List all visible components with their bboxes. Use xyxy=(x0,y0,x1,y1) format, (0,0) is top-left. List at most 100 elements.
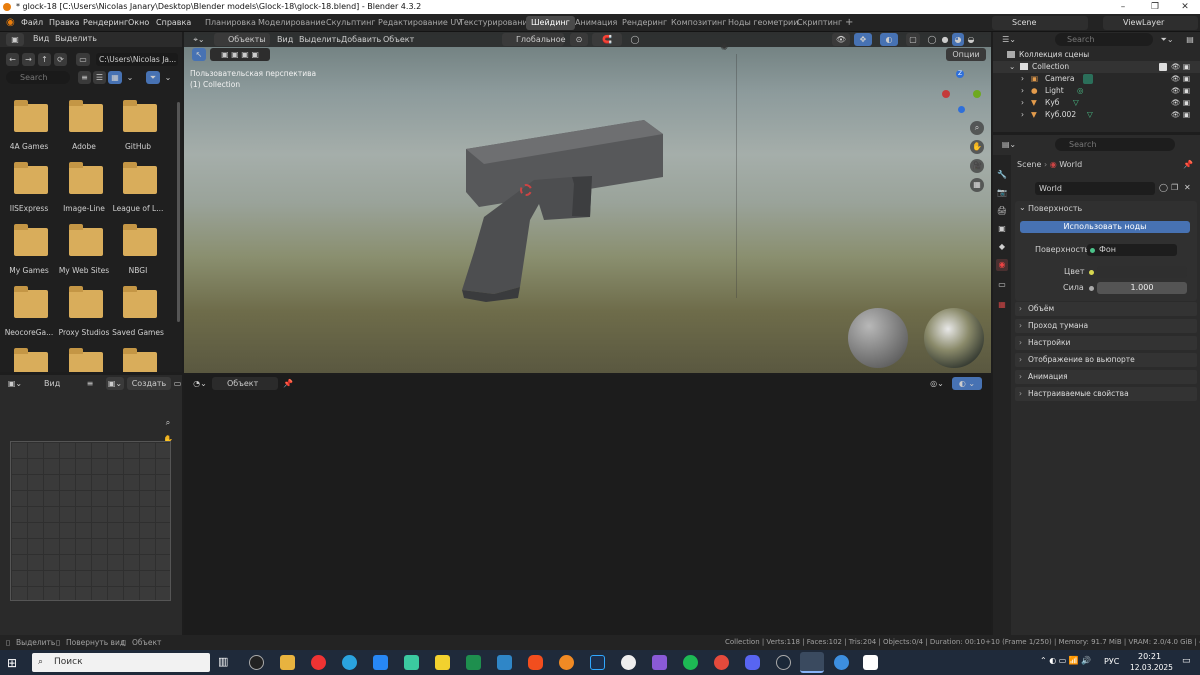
outliner-row-scene-collection[interactable]: Коллекция сцены xyxy=(993,49,1200,61)
tab-animation[interactable]: Анимация xyxy=(570,16,622,30)
uv-grid-canvas[interactable] xyxy=(10,441,171,601)
scene-selector[interactable]: Scene xyxy=(992,16,1088,30)
outliner-row-collection[interactable]: ⌄ Collection 👁 ▣ xyxy=(993,61,1200,73)
menu-hamburger-icon[interactable]: ≡ xyxy=(84,377,96,390)
minimize-button[interactable]: – xyxy=(1108,0,1138,14)
overlay-toggle-icon[interactable]: ◐ xyxy=(880,33,898,46)
folder-item[interactable]: Proxy Studios xyxy=(57,286,111,346)
filter-icon[interactable]: ⏷ xyxy=(146,71,160,84)
folder-item[interactable]: Adobe xyxy=(57,100,111,160)
yandex-browser-icon[interactable] xyxy=(311,655,326,670)
editor-type-icon[interactable]: ◔⌄ xyxy=(190,377,210,390)
outliner-row-object[interactable]: › ▼ Куб ▽ 👁 ▣ xyxy=(993,97,1200,109)
use-nodes-button[interactable]: Использовать ноды xyxy=(1020,221,1190,233)
back-arrow-icon[interactable]: ← xyxy=(6,53,19,66)
tab-layout[interactable]: Планировка xyxy=(200,16,261,30)
app-icon[interactable] xyxy=(466,655,481,670)
chevron-down-icon[interactable]: ⌄ xyxy=(1019,203,1026,212)
outliner-row-object[interactable]: › ▣ Camera 👁 ▣ xyxy=(993,73,1200,85)
eye-icon[interactable]: 👁 xyxy=(1171,97,1181,109)
display-list-icon[interactable]: ≡ xyxy=(78,71,91,84)
scrollbar[interactable] xyxy=(177,102,180,322)
settings-panel[interactable]: Настройки xyxy=(1015,336,1197,350)
system-tray-icons[interactable]: ⌃ ◐ ▭ 📶 🔊 xyxy=(1040,656,1091,665)
app-icon[interactable] xyxy=(714,655,729,670)
snap-node-icon[interactable]: ◐ ⌄ xyxy=(952,377,982,390)
tab-scripting[interactable]: Скриптинг xyxy=(792,16,847,30)
options-dropdown[interactable]: Опции xyxy=(946,48,986,61)
menu-help[interactable]: Справка xyxy=(156,14,191,32)
unlink-icon[interactable]: ✕ xyxy=(1184,183,1191,192)
unreal-icon[interactable] xyxy=(621,655,636,670)
eye-icon[interactable]: 👁 xyxy=(1171,61,1181,73)
chat-app-icon[interactable] xyxy=(404,655,419,670)
close-button[interactable]: ✕ xyxy=(1170,0,1200,14)
image-view-selector[interactable]: Вид xyxy=(28,377,80,390)
viewlayer-selector[interactable]: ViewLayer xyxy=(1103,16,1198,30)
camera-render-icon[interactable]: ▣ xyxy=(1183,85,1190,97)
surface-panel-header[interactable]: Поверхность xyxy=(1028,204,1082,213)
visibility-icon[interactable]: 👁 xyxy=(832,33,850,46)
blender-menu-icon[interactable]: ◉ xyxy=(6,14,15,32)
folder-item[interactable]: League of L... xyxy=(111,162,165,222)
add-workspace-button[interactable]: + xyxy=(840,16,858,30)
surface-shader-field[interactable]: Фон xyxy=(1087,244,1177,256)
display-thumbnails-icon[interactable]: ▦ xyxy=(108,71,122,84)
zoom-icon[interactable]: ⌕ xyxy=(970,121,984,135)
pin-icon[interactable]: 📌 xyxy=(1183,160,1193,169)
output-tab-icon[interactable]: 🖨 xyxy=(996,205,1008,217)
editor-type-icon[interactable]: ▣ xyxy=(6,33,24,46)
navigation-gizmo[interactable]: Z xyxy=(936,68,986,118)
app-icon[interactable] xyxy=(497,655,512,670)
eye-icon[interactable]: 👁 xyxy=(1171,73,1181,85)
folder-item[interactable]: My Games xyxy=(2,224,56,284)
folder-item[interactable] xyxy=(2,348,56,372)
file-explorer-icon[interactable] xyxy=(280,655,295,670)
task-view-icon[interactable]: ▥ xyxy=(218,655,233,670)
zoom-icon[interactable]: ⌕ xyxy=(161,416,175,430)
mode-selector[interactable]: Объекты xyxy=(214,33,270,46)
clock-time[interactable]: 20:21 xyxy=(1138,652,1161,661)
visual-studio-icon[interactable] xyxy=(652,655,667,670)
pan-hand-icon[interactable]: ✋ xyxy=(970,140,984,154)
file-menu-view[interactable]: Вид xyxy=(33,34,49,43)
scene-tab-icon[interactable]: ◆ xyxy=(996,241,1008,253)
folder-item[interactable]: Image-Line xyxy=(57,162,111,222)
folder-item[interactable]: NeocoreGa... xyxy=(2,286,56,346)
viewport-menu-add[interactable]: Добавить xyxy=(341,35,381,44)
folder-item[interactable]: NBGI xyxy=(111,224,165,284)
select-tool-icon[interactable]: ↖ xyxy=(192,48,206,61)
notifications-icon[interactable]: ▭ xyxy=(1182,656,1191,666)
refresh-icon[interactable]: ⟳ xyxy=(54,53,67,66)
duplicate-icon[interactable]: ❐ xyxy=(1171,183,1178,192)
discord-icon[interactable] xyxy=(745,655,760,670)
custom-properties-panel[interactable]: Настраиваемые свойства xyxy=(1015,387,1197,401)
eye-icon[interactable]: 👁 xyxy=(1171,109,1181,121)
3d-viewport[interactable]: ⌖⌄ Объекты Вид Выделить Добавить Объект … xyxy=(184,32,991,373)
collection-tab-icon[interactable]: ▭ xyxy=(996,279,1008,291)
filter-icon[interactable]: ⏷⌄ xyxy=(1159,33,1175,46)
folder-item[interactable] xyxy=(57,348,111,372)
spotify-icon[interactable] xyxy=(683,655,698,670)
pivot-icon[interactable]: ⊙ xyxy=(570,33,588,46)
checkbox-icon[interactable] xyxy=(1159,63,1167,71)
file-search-input[interactable]: Search xyxy=(6,71,70,84)
editor-type-icon[interactable]: ⌖⌄ xyxy=(189,33,209,46)
new-folder-icon[interactable]: ▭ xyxy=(76,53,90,66)
perspective-grid-icon[interactable]: ▦ xyxy=(970,178,984,192)
telegram-icon[interactable] xyxy=(342,655,357,670)
folder-item[interactable]: GitHub xyxy=(111,100,165,160)
image-browse-icon[interactable]: ▣⌄ xyxy=(106,377,124,390)
folder-item[interactable]: My Web Sites xyxy=(57,224,111,284)
mist-pass-panel[interactable]: Проход тумана xyxy=(1015,319,1197,333)
viewport-menu-object[interactable]: Объект xyxy=(383,35,414,44)
taskbar-search-input[interactable]: ⌕ Поиск xyxy=(32,653,210,672)
proportional-edit-icon[interactable]: ◯ xyxy=(628,33,642,46)
outliner-search-input[interactable]: Search xyxy=(1055,33,1153,46)
tab-sculpting[interactable]: Скульптинг xyxy=(321,16,381,30)
steam-icon[interactable] xyxy=(776,655,791,670)
world-datablock-field[interactable]: World xyxy=(1035,182,1155,195)
tab-uv-editing[interactable]: Редактирование UV xyxy=(373,16,467,30)
viewport-menu-view[interactable]: Вид xyxy=(277,35,293,44)
shading-wireframe-icon[interactable]: ◯ xyxy=(926,33,938,46)
